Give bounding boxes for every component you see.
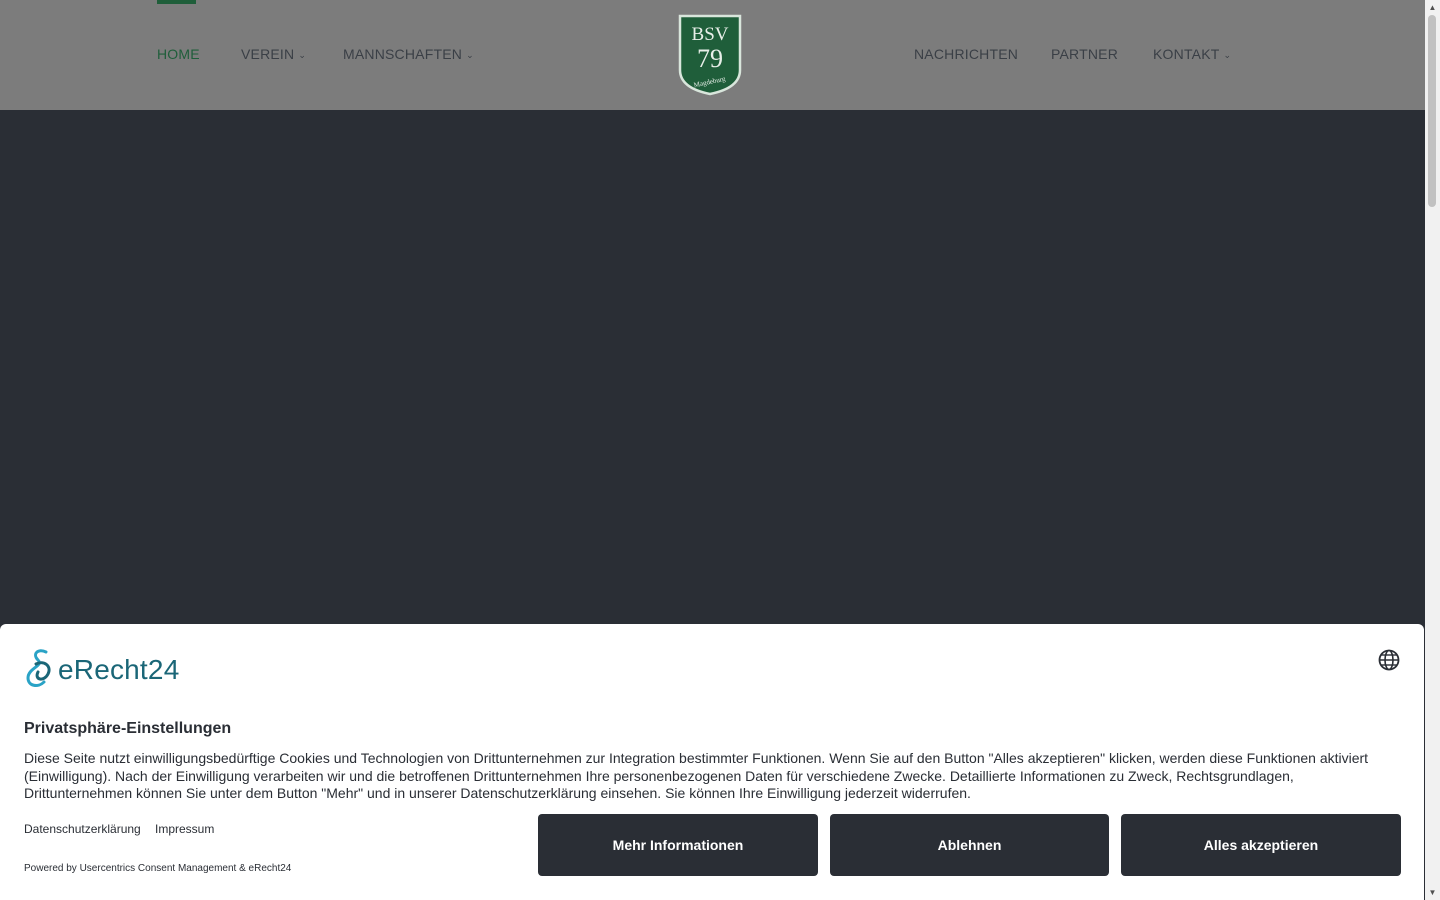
imprint-link[interactable]: Impressum xyxy=(155,822,214,836)
nav-home[interactable]: HOME xyxy=(157,46,200,62)
erecht24-mark-icon xyxy=(26,649,51,687)
consent-title: Privatsphäre-Einstellungen xyxy=(24,720,232,737)
nav-nachrichten[interactable]: NACHRICHTEN xyxy=(914,46,1018,62)
more-information-button-label: Mehr Informationen xyxy=(612,837,744,853)
more-information-button[interactable]: Mehr Informationen xyxy=(538,814,818,876)
nav-kontakt[interactable]: KONTAKT ⌄ xyxy=(1153,46,1231,62)
powered-by-text: Powered by Usercentrics Consent Manageme… xyxy=(24,863,292,874)
erecht24-logo: eRecht24 xyxy=(24,648,194,688)
chevron-down-icon: ⌄ xyxy=(298,49,307,60)
logo-line2: 79 xyxy=(697,44,723,73)
nav-nachrichten-label: NACHRICHTEN xyxy=(914,46,1019,62)
nav-partner-label: PARTNER xyxy=(1051,46,1119,62)
nav-mannschaften-label: MANNSCHAFTEN xyxy=(343,46,463,62)
scrollbar-thumb[interactable] xyxy=(1428,15,1436,207)
accept-all-button-label: Alles akzeptieren xyxy=(1203,837,1319,853)
deny-button-label: Ablehnen xyxy=(937,837,1002,853)
consent-description: Diese Seite nutzt einwilligungsbedürftig… xyxy=(24,750,1369,801)
privacy-policy-link[interactable]: Datenschutzerklärung xyxy=(24,822,141,836)
logo-line1: BSV xyxy=(692,24,729,45)
page-scrollbar[interactable]: ▲ ▼ xyxy=(1425,0,1440,900)
hero-section xyxy=(0,110,1425,624)
erecht24-wordmark: eRecht24 xyxy=(58,654,180,685)
nav-mannschaften[interactable]: MANNSCHAFTEN ⌄ xyxy=(343,46,474,62)
accept-all-button[interactable]: Alles akzeptieren xyxy=(1121,814,1401,876)
chevron-down-icon: ⌄ xyxy=(1223,49,1232,60)
nav-active-indicator xyxy=(157,0,196,4)
nav-partner[interactable]: PARTNER xyxy=(1051,46,1118,62)
chevron-down-icon: ⌄ xyxy=(466,49,474,60)
nav-verein[interactable]: VEREIN ⌄ xyxy=(241,46,306,62)
deny-button[interactable]: Ablehnen xyxy=(830,814,1109,876)
cookie-consent-banner: eRecht24 Privatsphäre-Einstellungen Dies… xyxy=(0,624,1424,900)
globe-icon[interactable] xyxy=(1378,649,1400,671)
nav-kontakt-label: KONTAKT xyxy=(1153,46,1220,62)
scroll-down-arrow-icon[interactable]: ▼ xyxy=(1425,885,1440,900)
site-header: HOME VEREIN ⌄ MANNSCHAFTEN ⌄ BSV 79 Magdeb… xyxy=(0,0,1425,110)
nav-home-label: HOME xyxy=(157,46,200,62)
club-logo[interactable]: BSV 79 Magdeburg xyxy=(677,14,743,96)
scroll-up-arrow-icon[interactable]: ▲ xyxy=(1425,0,1440,15)
nav-verein-label: VEREIN xyxy=(241,46,295,62)
